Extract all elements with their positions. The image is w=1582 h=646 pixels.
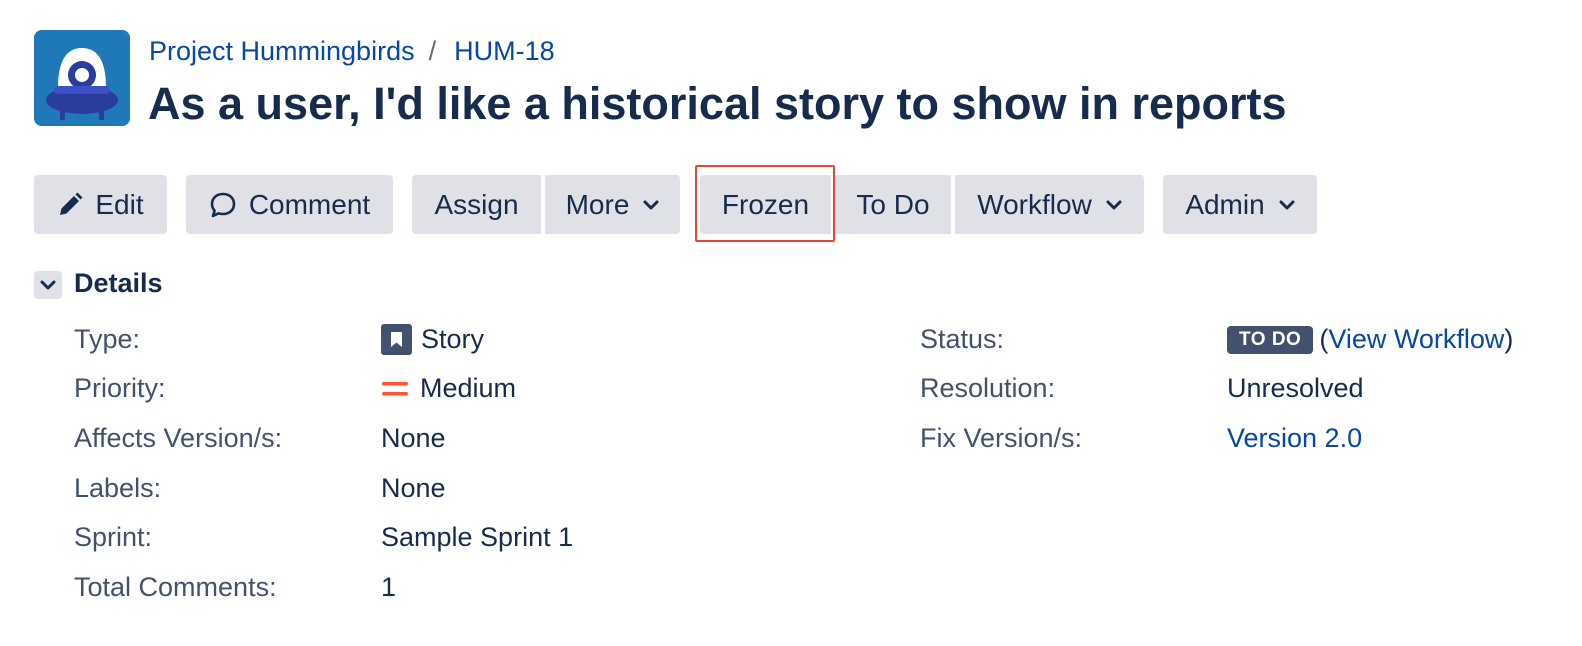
chevron-down-icon — [643, 199, 659, 211]
affects-version-label: Affects Version/s: — [74, 423, 283, 453]
breadcrumb-issue-key-link[interactable]: HUM-18 — [454, 36, 555, 67]
total-comments-value: 1 — [381, 572, 397, 602]
admin-button-label: Admin — [1185, 188, 1265, 220]
affects-version-value: None — [381, 423, 446, 453]
view-workflow-open-paren: ( — [1319, 324, 1329, 354]
status-value: TO DO ( View Workflow ) — [1227, 324, 1513, 355]
labels-label: Labels: — [74, 473, 162, 503]
story-icon — [381, 324, 412, 355]
view-workflow-link[interactable]: View Workflow — [1328, 324, 1504, 355]
to-do-button-label: To Do — [856, 188, 930, 220]
type-value: Story — [381, 324, 484, 355]
workflow-button[interactable]: Workflow — [955, 175, 1144, 234]
admin-button[interactable]: Admin — [1163, 175, 1317, 234]
to-do-button[interactable]: To Do — [835, 175, 951, 234]
priority-value: Medium — [381, 373, 516, 404]
status-badge: TO DO — [1227, 325, 1314, 354]
priority-medium-icon — [381, 379, 409, 399]
breadcrumb: Project Hummingbirds / HUM-18 — [149, 34, 555, 68]
comment-button[interactable]: Comment — [186, 175, 393, 234]
project-avatar[interactable] — [34, 30, 130, 126]
assign-button-label: Assign — [434, 188, 519, 220]
pencil-icon — [57, 192, 83, 218]
priority-label: Priority: — [74, 373, 166, 403]
robot-icon — [34, 30, 130, 126]
comment-icon — [209, 191, 237, 219]
fix-version-label: Fix Version/s: — [920, 423, 1083, 453]
type-value-text: Story — [421, 324, 485, 354]
edit-button-label: Edit — [95, 188, 144, 220]
details-collapse-toggle[interactable] — [34, 271, 62, 299]
chevron-down-icon — [1279, 199, 1295, 211]
type-label: Type: — [74, 324, 141, 354]
frozen-button[interactable]: Frozen — [700, 175, 831, 234]
fix-version-link[interactable]: Version 2.0 — [1227, 423, 1362, 454]
view-workflow-close-paren: ) — [1504, 324, 1514, 354]
issue-title[interactable]: As a user, I'd like a historical story t… — [148, 78, 1287, 130]
chevron-down-icon — [40, 280, 56, 290]
comment-button-label: Comment — [248, 188, 371, 220]
more-button[interactable]: More — [545, 175, 680, 234]
issue-toolbar: Edit Comment Assign More Frozen To Do Wo… — [0, 175, 1582, 235]
sprint-label: Sprint: — [74, 522, 153, 552]
labels-value: None — [381, 473, 446, 503]
frozen-button-label: Frozen — [721, 188, 810, 220]
priority-value-text: Medium — [420, 373, 517, 403]
issue-view: Project Hummingbirds / HUM-18 As a user,… — [0, 0, 1582, 646]
assign-button[interactable]: Assign — [412, 175, 541, 234]
resolution-value: Unresolved — [1227, 373, 1364, 403]
status-label: Status: — [920, 324, 1005, 354]
details-heading: Details — [74, 268, 163, 298]
more-button-label: More — [565, 188, 630, 220]
resolution-label: Resolution: — [920, 373, 1056, 403]
workflow-button-label: Workflow — [977, 188, 1092, 220]
total-comments-label: Total Comments: — [74, 572, 277, 602]
edit-button[interactable]: Edit — [34, 175, 167, 234]
breadcrumb-separator: / — [428, 35, 437, 66]
sprint-value: Sample Sprint 1 — [381, 522, 574, 552]
chevron-down-icon — [1106, 199, 1122, 211]
breadcrumb-project-link[interactable]: Project Hummingbirds — [149, 36, 415, 67]
